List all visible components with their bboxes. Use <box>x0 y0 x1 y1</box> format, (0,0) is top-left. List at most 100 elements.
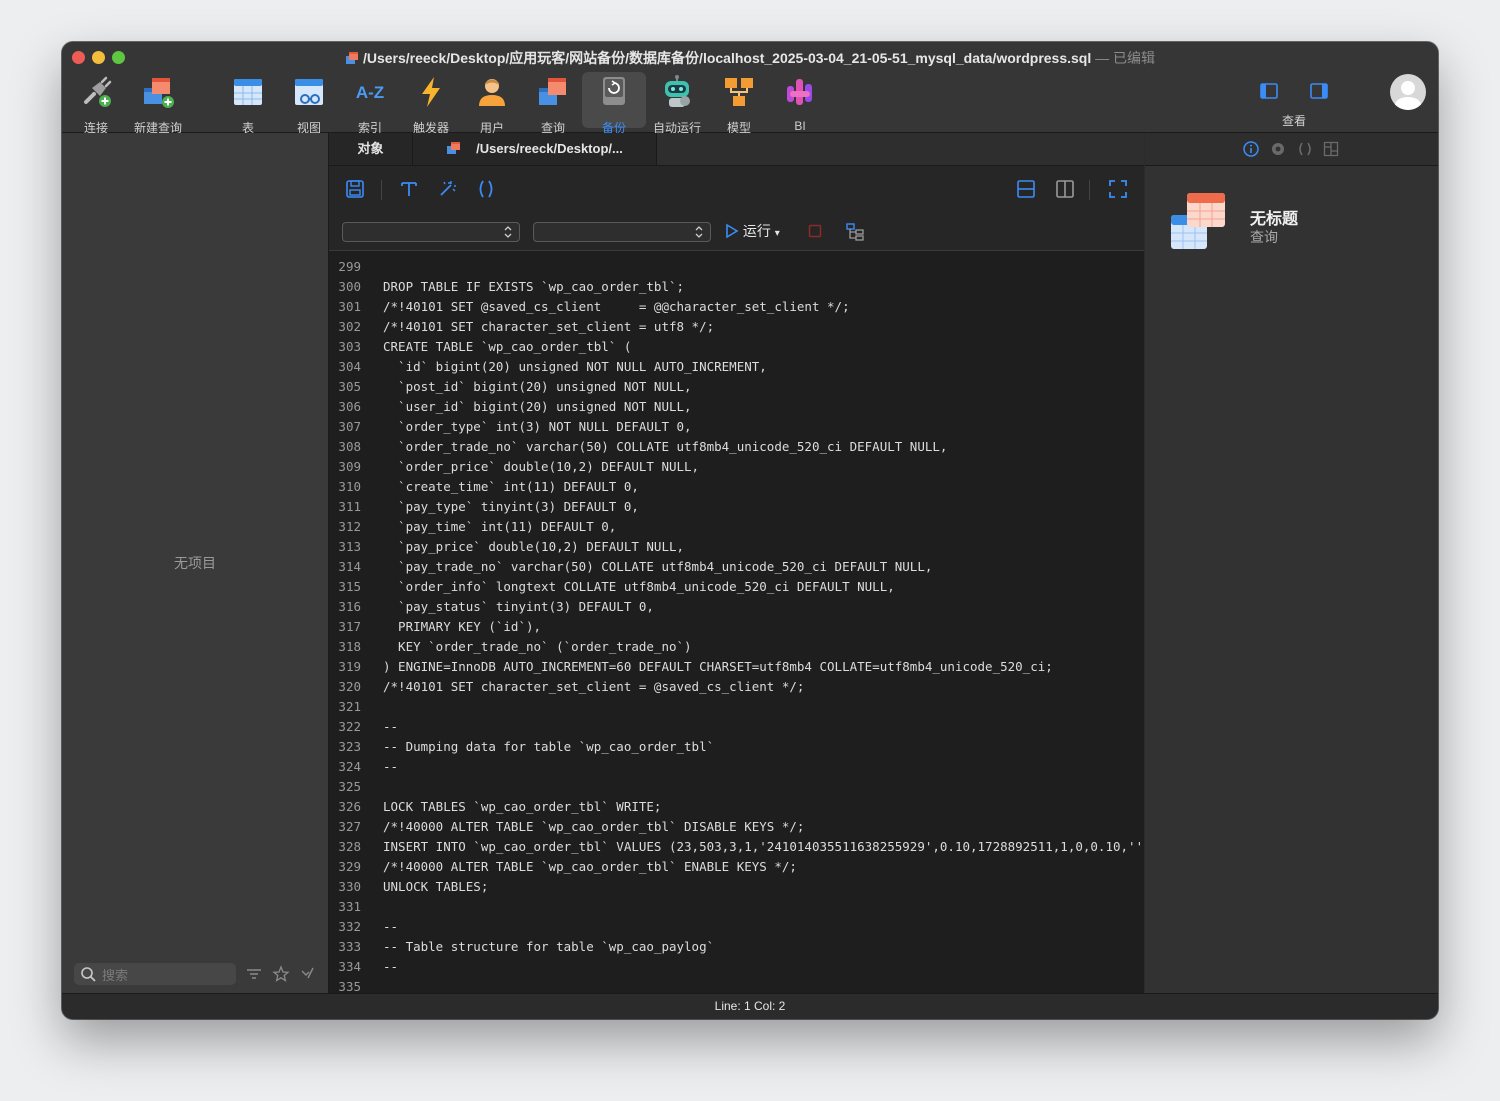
code-line[interactable]: 299 <box>329 257 1144 277</box>
code-line[interactable]: 323 -- Dumping data for table `wp_cao_ord… <box>329 737 1144 757</box>
brackets-icon[interactable] <box>475 178 497 200</box>
sort-icon[interactable] <box>299 965 317 983</box>
run-button[interactable]: 运行 ▾ <box>725 220 780 242</box>
code-line[interactable]: 332 -- <box>329 917 1144 937</box>
stop-icon[interactable] <box>808 224 822 238</box>
backup-button[interactable]: 备份 <box>582 72 646 135</box>
connect-button[interactable]: 连接 <box>64 72 128 135</box>
code-line[interactable]: 326 LOCK TABLES `wp_cao_order_tbl` WRITE; <box>329 797 1144 817</box>
line-number: 328 <box>338 839 361 854</box>
code-line[interactable]: 314 `pay_trade_no` varchar(50) COLLATE u… <box>329 557 1144 577</box>
split-horizontal-icon[interactable] <box>1015 178 1037 200</box>
code-line[interactable]: 322 -- <box>329 717 1144 737</box>
code-line[interactable]: 328 INSERT INTO `wp_cao_order_tbl` VALUES… <box>329 837 1144 857</box>
code-line[interactable]: 319) ENGINE=InnoDB AUTO_INCREMENT=60 DEF… <box>329 657 1144 677</box>
code-line[interactable]: 321 <box>329 697 1144 717</box>
code-line[interactable]: 308 `order_trade_no` varchar(50) COLLATE… <box>329 437 1144 457</box>
beautify-icon[interactable] <box>436 178 458 200</box>
code-line[interactable]: 303 CREATE TABLE `wp_cao_order_tbl` ( <box>329 337 1144 357</box>
sidebar-search <box>74 963 236 985</box>
code-line[interactable]: 300 DROP TABLE IF EXISTS `wp_cao_order_tb… <box>329 277 1144 297</box>
info-icon[interactable] <box>1243 141 1259 157</box>
tab-file[interactable]: /Users/reeck/Desktop/... <box>413 133 657 165</box>
line-text: `pay_status` tinyint(3) DEFAULT 0, <box>383 599 654 614</box>
line-number: 305 <box>338 379 361 394</box>
code-line[interactable]: 317 PRIMARY KEY (`id`), <box>329 617 1144 637</box>
code-icon[interactable] <box>1297 141 1313 157</box>
trigger-button[interactable]: 触发器 <box>399 72 463 135</box>
code-line[interactable]: 306 `user_id` bigint(20) unsigned NOT NU… <box>329 397 1144 417</box>
preview-icon[interactable] <box>1270 141 1286 157</box>
new-query-button[interactable]: 新建查询 <box>126 72 190 135</box>
line-number: 335 <box>338 979 361 993</box>
code-line[interactable]: 330 UNLOCK TABLES; <box>329 877 1144 897</box>
bi-icon <box>787 79 812 105</box>
automation-button[interactable]: 自动运行 <box>645 72 709 135</box>
line-number: 303 <box>338 339 361 354</box>
code-line[interactable]: 305 `post_id` bigint(20) unsigned NOT NU… <box>329 377 1144 397</box>
code-line[interactable]: 320 /*!40101 SET character_set_client = @… <box>329 677 1144 697</box>
code-line[interactable]: 325 <box>329 777 1144 797</box>
database-select[interactable] <box>533 222 711 242</box>
line-text: `create_time` int(11) DEFAULT 0, <box>383 479 639 494</box>
line-number: 307 <box>338 419 361 434</box>
code-line[interactable]: 324 -- <box>329 757 1144 777</box>
code-line[interactable]: 309 `order_price` double(10,2) DEFAULT N… <box>329 457 1144 477</box>
toggle-right-panel-icon[interactable] <box>1310 83 1328 99</box>
code-line[interactable]: 312 `pay_time` int(11) DEFAULT 0, <box>329 517 1144 537</box>
connect-icon <box>84 76 112 107</box>
code-line[interactable]: 329 /*!40000 ALTER TABLE `wp_cao_order_tb… <box>329 857 1144 877</box>
code-line[interactable]: 311 `pay_type` tinyint(3) DEFAULT 0, <box>329 497 1144 517</box>
explain-icon[interactable] <box>845 222 865 242</box>
code-line[interactable]: 313 `pay_price` double(10,2) DEFAULT NUL… <box>329 537 1144 557</box>
code-line[interactable]: 310 `create_time` int(11) DEFAULT 0, <box>329 477 1144 497</box>
split-vertical-icon[interactable] <box>1054 178 1076 200</box>
view-button[interactable]: 视图 <box>277 72 341 135</box>
line-number: 301 <box>338 299 361 314</box>
fullscreen-icon[interactable] <box>1107 178 1129 200</box>
chevron-updown-icon <box>504 226 512 238</box>
table-button[interactable]: 表 <box>216 72 280 135</box>
line-number: 317 <box>338 619 361 634</box>
user-button[interactable]: 用户 <box>460 72 524 135</box>
code-line[interactable]: 304 `id` bigint(20) unsigned NOT NULL AU… <box>329 357 1144 377</box>
bi-button[interactable]: BI <box>768 72 832 133</box>
code-line[interactable]: 331 <box>329 897 1144 917</box>
line-number: 326 <box>338 799 361 814</box>
window-title-edited: — 已编辑 <box>1091 50 1156 66</box>
code-line[interactable]: 307 `order_type` int(3) NOT NULL DEFAULT… <box>329 417 1144 437</box>
model-button[interactable]: 模型 <box>707 72 771 135</box>
query-button[interactable]: 查询 <box>521 72 585 135</box>
view-icon <box>295 79 323 105</box>
avatar[interactable] <box>1390 74 1426 110</box>
connection-select[interactable] <box>342 222 520 242</box>
code-line[interactable]: 302 /*!40101 SET character_set_client = u… <box>329 317 1144 337</box>
filter-icon[interactable] <box>245 965 263 983</box>
save-icon[interactable] <box>344 178 366 200</box>
code-line[interactable]: 327 /*!40000 ALTER TABLE `wp_cao_order_tb… <box>329 817 1144 837</box>
model-icon <box>725 78 753 106</box>
toggle-left-panel-icon[interactable] <box>1260 83 1278 99</box>
view-toggle-label: 查看 <box>1282 114 1307 128</box>
tab-objects[interactable]: 对象 <box>329 133 413 165</box>
search-icon <box>81 967 96 982</box>
layout-icon[interactable] <box>1323 141 1339 157</box>
code-line[interactable]: 334 -- <box>329 957 1144 977</box>
code-line[interactable]: 335 <box>329 977 1144 993</box>
play-icon <box>726 223 739 239</box>
line-text: -- Dumping data for table `wp_cao_order_… <box>383 739 715 754</box>
star-icon[interactable] <box>272 965 290 983</box>
line-text: DROP TABLE IF EXISTS `wp_cao_order_tbl`; <box>383 279 685 294</box>
code-line[interactable]: 316 `pay_status` tinyint(3) DEFAULT 0, <box>329 597 1144 617</box>
code-line[interactable]: 315 `order_info` longtext COLLATE utf8mb… <box>329 577 1144 597</box>
code-line[interactable]: 318 KEY `order_trade_no` (`order_trade_n… <box>329 637 1144 657</box>
code-editor[interactable]: 299 300 DROP TABLE IF EXISTS `wp_cao_order… <box>329 251 1144 993</box>
code-line[interactable]: 301 /*!40101 SET @saved_cs_client = @@cha… <box>329 297 1144 317</box>
search-input[interactable] <box>100 965 234 985</box>
code-line[interactable]: 333 -- Table structure for table `wp_cao_… <box>329 937 1144 957</box>
line-number: 330 <box>338 879 361 894</box>
format-icon[interactable] <box>398 178 420 200</box>
line-number: 313 <box>338 539 361 554</box>
line-number: 308 <box>338 439 361 454</box>
index-button[interactable]: A-Z 索引 <box>338 72 402 135</box>
